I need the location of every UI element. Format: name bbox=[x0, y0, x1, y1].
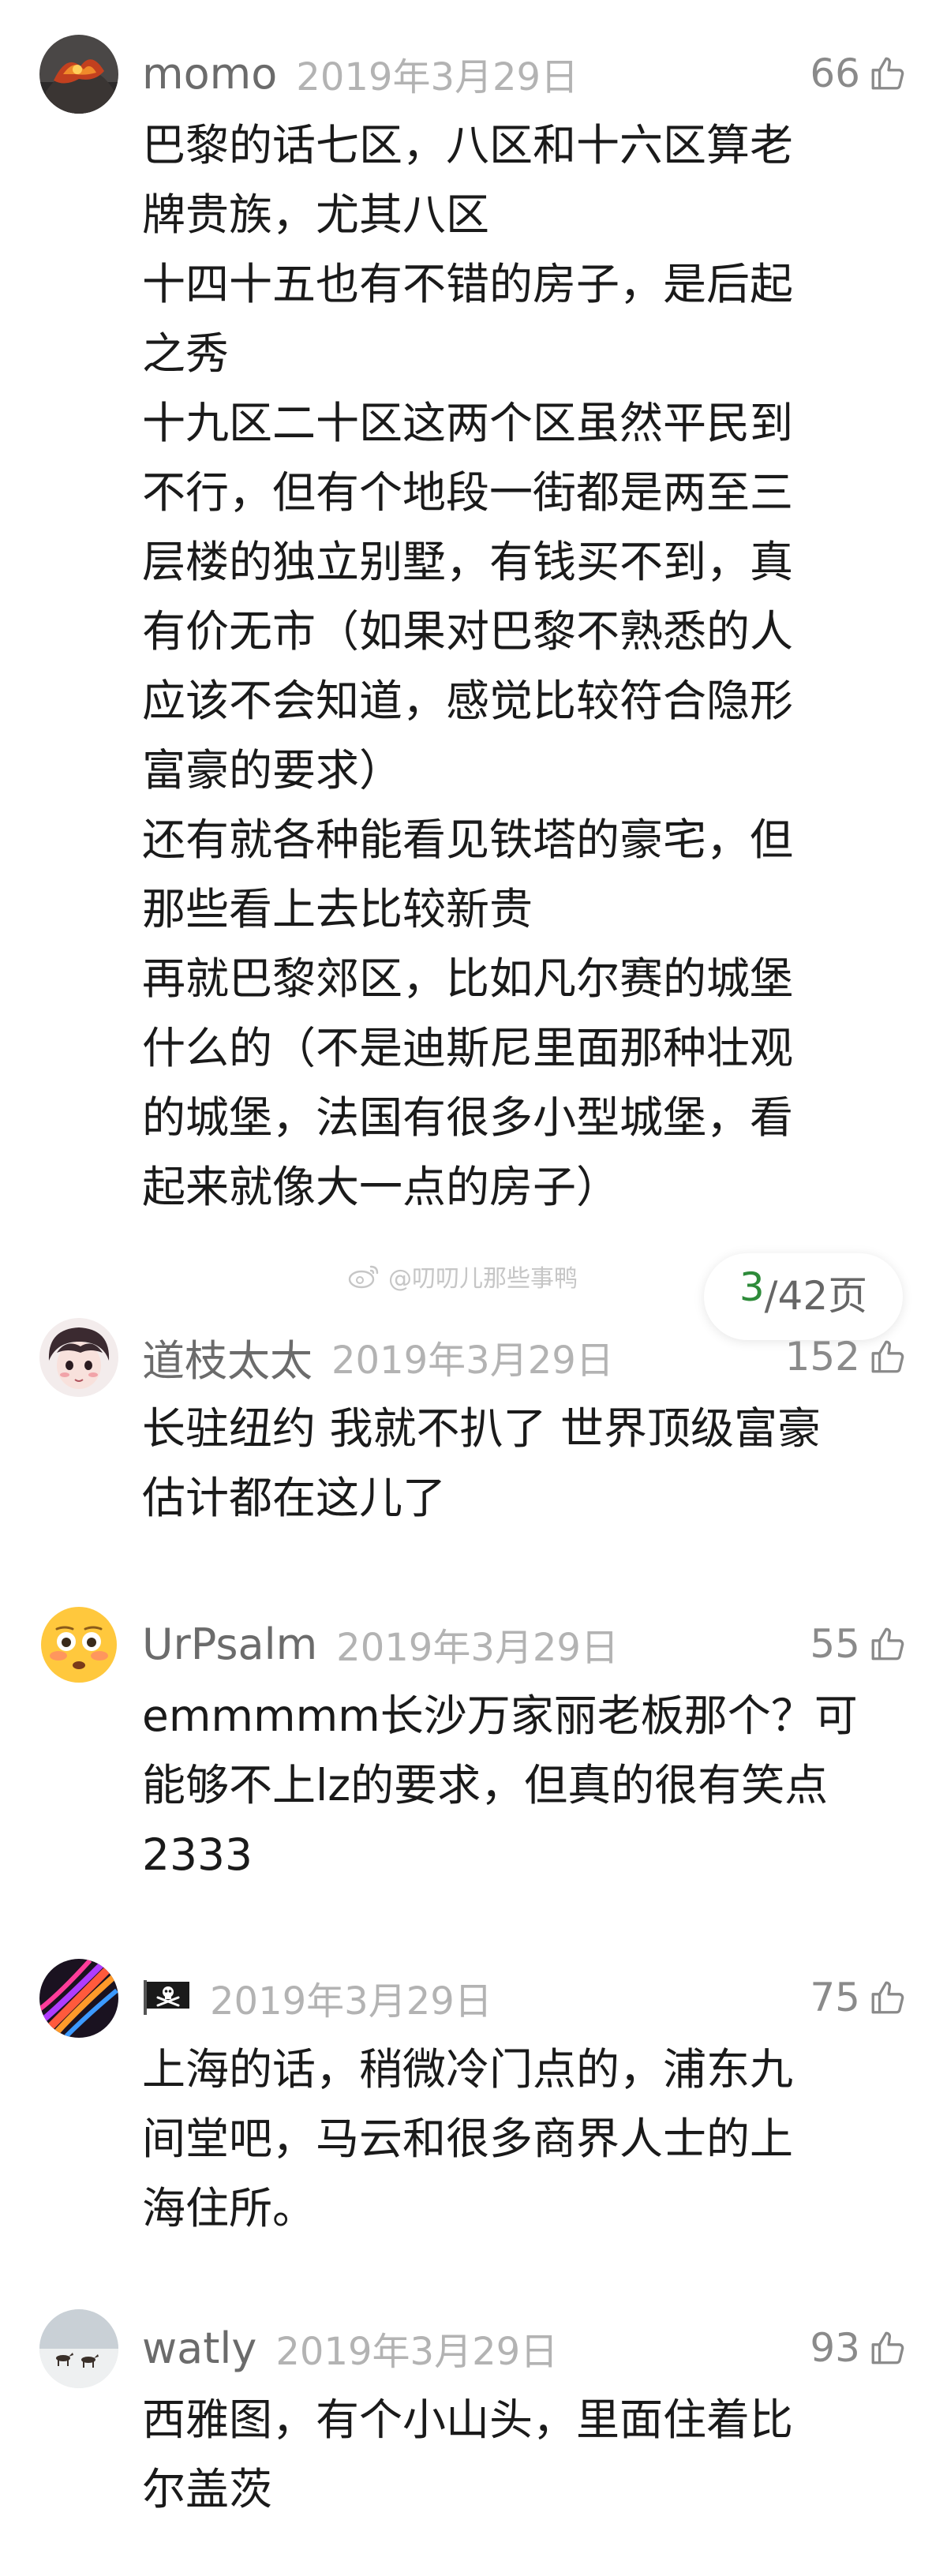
like-button[interactable]: 55 bbox=[810, 1616, 908, 1672]
like-button[interactable]: 66 bbox=[810, 46, 908, 101]
flushed-emoji-avatar-icon bbox=[41, 1607, 117, 1683]
avatar[interactable] bbox=[39, 1959, 118, 2038]
comment-text: 巴黎的话七区，八区和十六区算老 牌贵族，尤其八区 十四十五也有不错的房子，是后起… bbox=[142, 120, 794, 1212]
username[interactable]: momo bbox=[142, 49, 277, 99]
gradient-swirl-avatar-icon bbox=[39, 1959, 118, 2038]
username[interactable]: UrPsalm bbox=[142, 1619, 317, 1669]
comment-item: 2019年3月29日 75 上海的话，稍微冷门点的，浦东九 间堂吧，马云和很多商… bbox=[0, 1959, 947, 2259]
thumbs-up-icon bbox=[871, 1627, 904, 1661]
comment-text: 长驻纽约 我就不扒了 世界顶级富豪 估计都在这儿了 bbox=[142, 1403, 821, 1523]
like-count: 55 bbox=[810, 1621, 860, 1667]
comment-item: 道枝太太 2019年3月29日 152 长驻纽约 我就不扒了 世界顶级富豪 估计… bbox=[0, 1318, 947, 1547]
like-count: 66 bbox=[810, 51, 860, 96]
like-count: 152 bbox=[784, 1334, 860, 1380]
anime-face-avatar-icon bbox=[39, 1318, 118, 1397]
comment-item: UrPsalm 2019年3月29日 55 emmmmm长沙万家丽老板那个？可 … bbox=[0, 1605, 947, 1905]
thumbs-up-icon bbox=[871, 2331, 904, 2364]
comment-date: 2019年3月29日 bbox=[331, 1339, 614, 1383]
comment-meta: 道枝太太 2019年3月29日 bbox=[142, 1329, 614, 1386]
avatar[interactable] bbox=[39, 1605, 118, 1684]
comment-text: 上海的话，稍微冷门点的，浦东九 间堂吧，马云和很多商界人士的上 海住所。 bbox=[142, 2044, 794, 2233]
username[interactable]: watly bbox=[142, 2323, 256, 2373]
comment-date: 2019年3月29日 bbox=[296, 55, 579, 99]
like-count: 93 bbox=[810, 2325, 860, 2371]
comment-text: emmmmm长沙万家丽老板那个？可 能够不上lz的要求，但真的很有笑点 2333 bbox=[142, 1690, 858, 1880]
volcano-avatar-icon bbox=[39, 35, 118, 114]
like-button[interactable]: 93 bbox=[810, 2320, 908, 2376]
comment-text: 西雅图，有个小山头，里面住着比 尔盖茨 bbox=[142, 2394, 794, 2514]
like-button[interactable]: 75 bbox=[810, 1970, 908, 2025]
thumbs-up-icon bbox=[871, 1981, 904, 2014]
snow-horses-avatar-icon bbox=[39, 2309, 118, 2388]
comment-meta: UrPsalm 2019年3月29日 bbox=[142, 1616, 619, 1672]
thumbs-up-icon bbox=[871, 1340, 904, 1373]
pirate-flag-icon[interactable] bbox=[142, 1980, 191, 2015]
like-count: 75 bbox=[810, 1975, 860, 2020]
like-button[interactable]: 152 bbox=[785, 1329, 908, 1384]
comment-date: 2019年3月29日 bbox=[210, 1979, 492, 2024]
username[interactable]: 道枝太太 bbox=[142, 1326, 313, 1388]
comment-item: momo 2019年3月29日 66 巴黎的话七区，八区和十六区算老 牌贵族，尤… bbox=[0, 35, 947, 1250]
watermark-text: @叨叨儿那些事鸭 bbox=[388, 1265, 578, 1293]
comment-meta: 2019年3月29日 bbox=[142, 1970, 492, 2025]
avatar[interactable] bbox=[39, 1318, 118, 1397]
comment-meta: watly 2019年3月29日 bbox=[142, 2320, 558, 2376]
comment-list: momo 2019年3月29日 66 巴黎的话七区，八区和十六区算老 牌贵族，尤… bbox=[0, 0, 947, 2576]
comment-meta: momo 2019年3月29日 bbox=[142, 46, 578, 101]
comment-date: 2019年3月29日 bbox=[275, 2330, 559, 2374]
avatar[interactable] bbox=[39, 2309, 118, 2388]
avatar[interactable] bbox=[39, 35, 118, 114]
thumbs-up-icon bbox=[871, 57, 904, 90]
comment-item: watly 2019年3月29日 93 西雅图，有个小山头，里面住着比 尔盖茨 bbox=[0, 2309, 947, 2546]
weibo-icon bbox=[348, 1265, 379, 1289]
comment-date: 2019年3月29日 bbox=[336, 1626, 619, 1670]
watermark: @叨叨儿那些事鸭 bbox=[347, 1256, 578, 1296]
